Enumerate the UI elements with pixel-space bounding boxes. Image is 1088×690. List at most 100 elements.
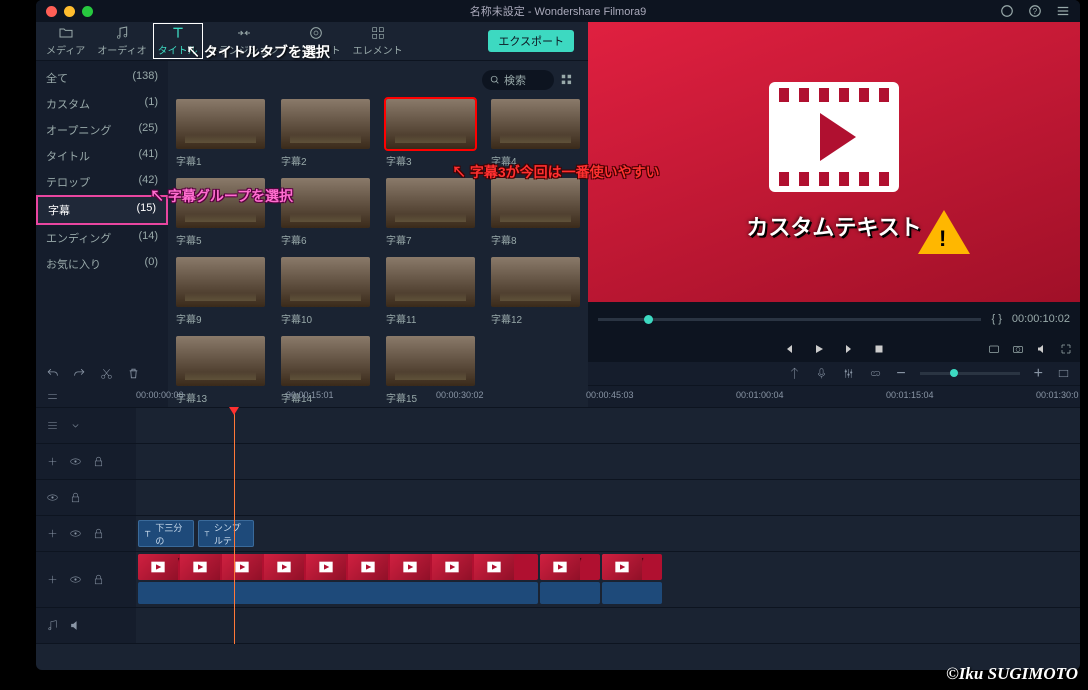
sidebar-item-title[interactable]: タイトル(41): [36, 143, 168, 169]
video-clip[interactable]: MVI_0237: [138, 554, 538, 580]
svg-text:?: ?: [1033, 7, 1038, 16]
next-frame-button[interactable]: [843, 343, 855, 355]
title-preset-thumb[interactable]: 字幕7: [386, 178, 475, 247]
title-clip[interactable]: 下三分の: [138, 520, 194, 547]
lock-icon[interactable]: [92, 527, 105, 540]
playhead[interactable]: [234, 408, 235, 644]
fullscreen-icon[interactable]: [1060, 343, 1072, 355]
category-sidebar: 全て(138) カスタム(1) オープニング(25) タイトル(41) テロップ…: [36, 61, 168, 411]
ruler-tick: 00:01:15:04: [886, 390, 934, 400]
minimize-window[interactable]: [64, 6, 75, 17]
notification-icon[interactable]: [1000, 4, 1014, 18]
search-input[interactable]: 検索: [482, 70, 554, 90]
title-preset-thumb[interactable]: 字幕1: [176, 99, 265, 168]
annotation-group: ↖ 字幕グループを選択: [150, 186, 293, 206]
marker-icon[interactable]: [788, 367, 801, 380]
tab-media[interactable]: メディア: [40, 22, 91, 60]
cut-button[interactable]: [100, 367, 113, 380]
sidebar-item-all[interactable]: 全て(138): [36, 65, 168, 91]
title-preset-thumb[interactable]: 字幕4: [491, 99, 580, 168]
audio-clip[interactable]: [540, 582, 600, 604]
sidebar-item-opening[interactable]: オープニング(25): [36, 117, 168, 143]
ruler-tick: 00:00:00:00: [136, 390, 184, 400]
chevron-down-icon[interactable]: [69, 419, 82, 432]
sidebar-item-custom[interactable]: カスタム(1): [36, 91, 168, 117]
redo-button[interactable]: [73, 367, 86, 380]
video-track: MVI_0237 MVI_0237 MVI_0237: [36, 552, 1080, 608]
tab-audio[interactable]: オーディオ: [91, 22, 152, 60]
title-preset-grid: 字幕1字幕2字幕3字幕4字幕5字幕6字幕7字幕8字幕9字幕10字幕11字幕12字…: [176, 99, 580, 405]
help-icon[interactable]: ?: [1028, 4, 1042, 18]
prev-frame-button[interactable]: [783, 343, 795, 355]
title-preset-thumb[interactable]: 字幕8: [491, 178, 580, 247]
volume-icon[interactable]: [1036, 343, 1048, 355]
track-row: [36, 408, 1080, 444]
title-preset-thumb[interactable]: 字幕6: [281, 178, 370, 247]
title-preset-thumb[interactable]: 字幕9: [176, 257, 265, 326]
window-title: 名称未設定 - Wondershare Filmora9: [470, 3, 646, 19]
lock-icon[interactable]: [69, 491, 82, 504]
maximize-window[interactable]: [82, 6, 93, 17]
bracket-marker: { }: [991, 313, 1001, 325]
title-clip[interactable]: シンプルテ: [198, 520, 254, 547]
add-icon[interactable]: [46, 455, 59, 468]
add-icon[interactable]: [46, 527, 59, 540]
title-preset-thumb[interactable]: 字幕10: [281, 257, 370, 326]
stop-button[interactable]: [873, 343, 885, 355]
visibility-icon[interactable]: [69, 455, 82, 468]
watermark: ©Iku SUGIMOTO: [946, 664, 1078, 684]
fit-icon[interactable]: [1057, 367, 1070, 380]
delete-button[interactable]: [127, 367, 140, 380]
title-preset-thumb[interactable]: 字幕11: [386, 257, 475, 326]
collapse-icon[interactable]: [46, 390, 59, 403]
sidebar-item-ending[interactable]: エンディング(14): [36, 225, 168, 251]
sidebar-item-subtitle[interactable]: 字幕(15): [36, 195, 168, 225]
title-preset-thumb[interactable]: 字幕12: [491, 257, 580, 326]
close-window[interactable]: [46, 6, 57, 17]
title-track: 下三分の シンプルテ: [36, 516, 1080, 552]
mute-icon[interactable]: [69, 619, 82, 632]
ruler-tick: 00:00:30:02: [436, 390, 484, 400]
ruler-tick: 00:01:00:04: [736, 390, 784, 400]
timecode: 00:00:10:02: [1012, 313, 1070, 325]
undo-button[interactable]: [46, 367, 59, 380]
music-icon: [46, 619, 59, 632]
ruler-tick: 00:01:30:0: [1036, 390, 1079, 400]
sidebar-item-favorites[interactable]: お気に入り(0): [36, 251, 168, 277]
camera-icon[interactable]: [1012, 343, 1024, 355]
lock-icon[interactable]: [92, 573, 105, 586]
timeline-ruler[interactable]: 00:00:00:0000:00:15:0100:00:30:0200:00:4…: [136, 386, 1080, 407]
sidebar-item-caption[interactable]: テロップ(42): [36, 169, 168, 195]
audio-clip[interactable]: [138, 582, 538, 604]
warning-icon: [918, 210, 970, 254]
annotation-thumb: ↖ 字幕3が今回は一番使いやすい: [452, 162, 660, 182]
video-clip[interactable]: MVI_0237: [540, 554, 600, 580]
add-icon[interactable]: [46, 573, 59, 586]
film-placeholder-icon: [769, 82, 899, 192]
link-icon[interactable]: [869, 367, 882, 380]
export-button[interactable]: エクスポート: [488, 30, 574, 52]
preview-title-text: カスタムテキスト: [746, 210, 921, 242]
visibility-icon[interactable]: [46, 491, 59, 504]
track-row: [36, 480, 1080, 516]
menu-icon[interactable]: [1056, 4, 1070, 18]
visibility-icon[interactable]: [69, 527, 82, 540]
title-preset-thumb[interactable]: 字幕3: [386, 99, 475, 168]
lock-icon[interactable]: [92, 455, 105, 468]
ruler-tick: 00:00:15:01: [286, 390, 334, 400]
mic-icon[interactable]: [815, 367, 828, 380]
title-preset-thumb[interactable]: 字幕2: [281, 99, 370, 168]
visibility-icon[interactable]: [69, 573, 82, 586]
zoom-slider[interactable]: [920, 372, 1020, 375]
track-type-icon: [46, 419, 59, 432]
audio-clip[interactable]: [602, 582, 662, 604]
play-button[interactable]: [813, 343, 825, 355]
snapshot-icon[interactable]: [988, 343, 1000, 355]
mixer-icon[interactable]: [842, 367, 855, 380]
grid-view-icon[interactable]: [560, 73, 574, 87]
tab-elements[interactable]: エレメント: [347, 22, 409, 60]
audio-track: [36, 608, 1080, 644]
track-row: [36, 444, 1080, 480]
playback-scrubber[interactable]: [598, 318, 981, 321]
video-clip[interactable]: MVI_0237: [602, 554, 662, 580]
